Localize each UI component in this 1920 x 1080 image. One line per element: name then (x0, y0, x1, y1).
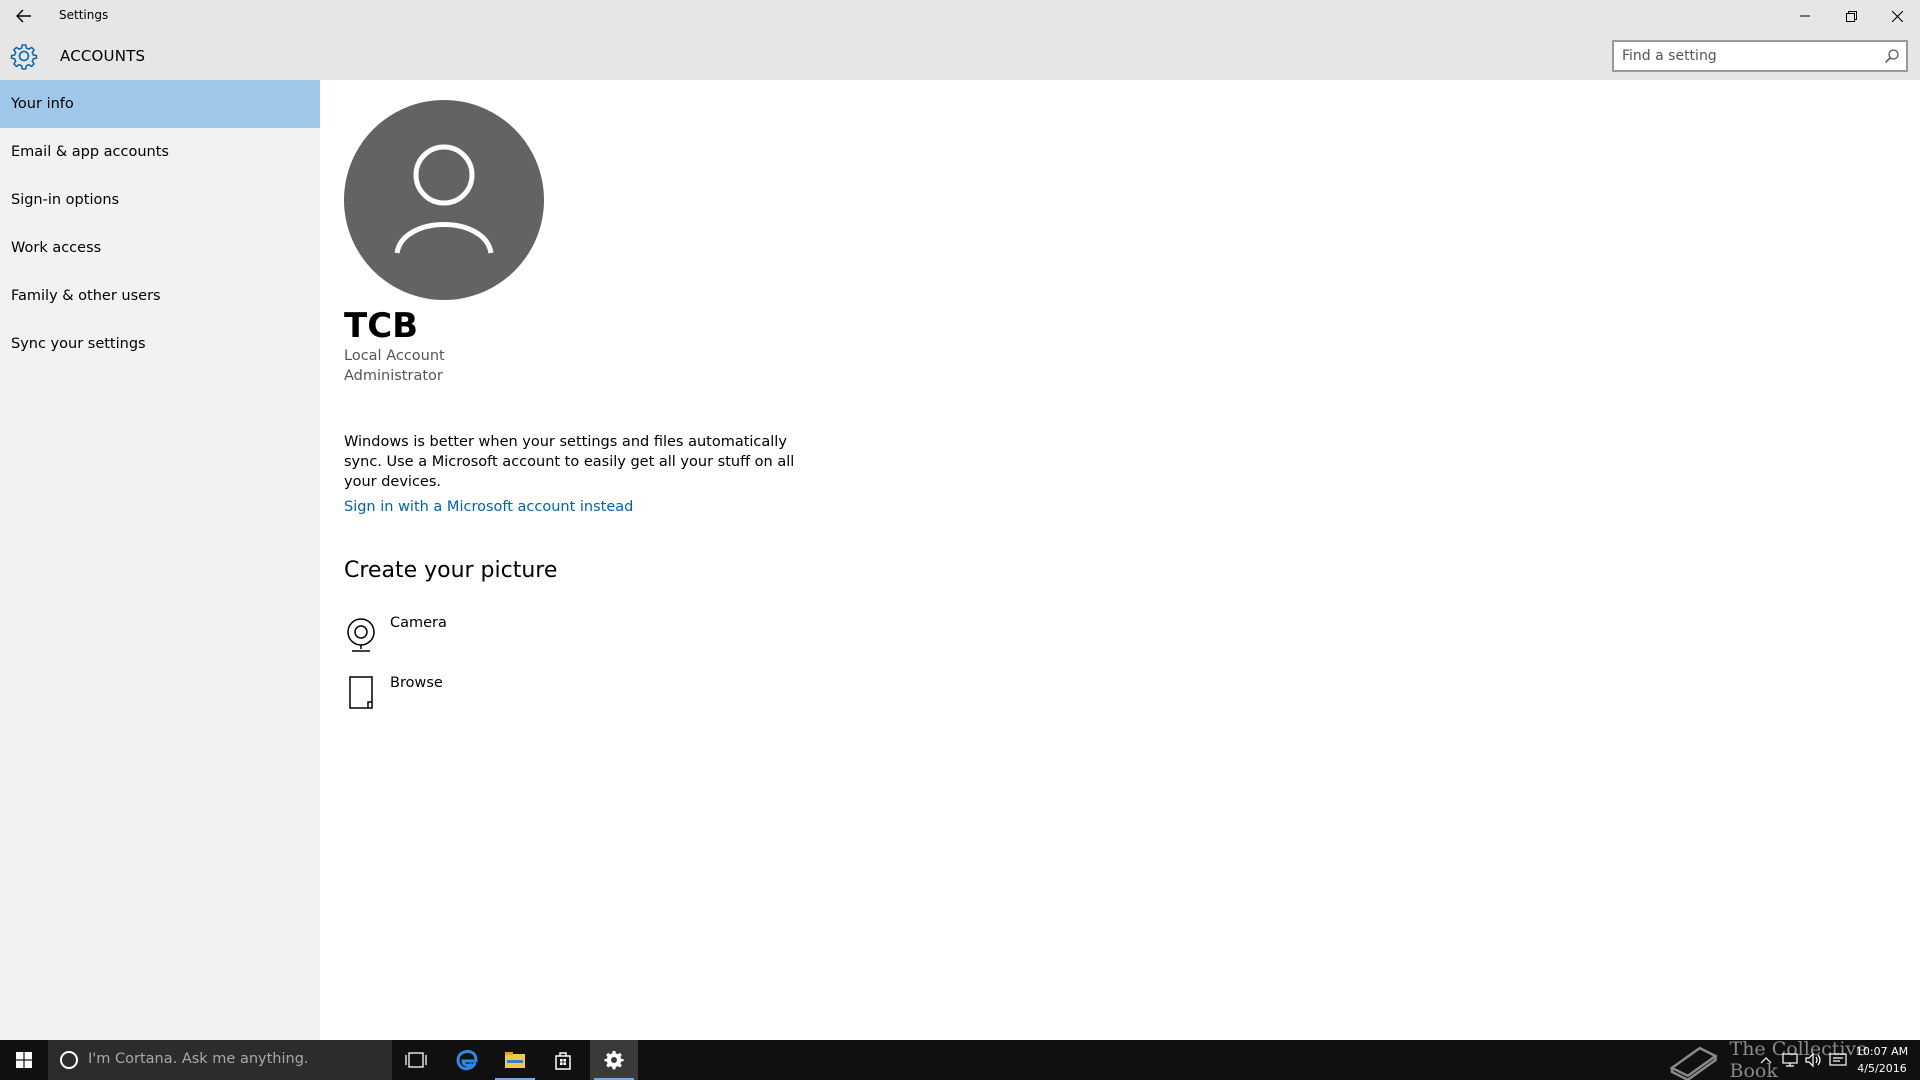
settings-gear-icon (604, 1051, 624, 1070)
person-icon (394, 144, 494, 254)
windows-logo-icon (16, 1052, 32, 1068)
sidebar-item-label: Your info (11, 96, 74, 112)
task-view-icon (405, 1052, 427, 1068)
sidebar-item-your-info[interactable]: Your info (0, 80, 320, 128)
webcam-icon (347, 618, 375, 652)
sidebar-item-label: Sign-in options (11, 192, 120, 208)
close-button[interactable] (1874, 0, 1920, 32)
edge-icon (456, 1050, 478, 1071)
settings-header: ACCOUNTS (0, 32, 1920, 80)
camera-label: Camera (390, 615, 447, 631)
edge-button[interactable] (443, 1040, 491, 1080)
sidebar-item-family-other-users[interactable]: Family & other users (0, 272, 320, 320)
action-center-icon[interactable] (1828, 1052, 1848, 1068)
clock-date: 4/5/2016 (1857, 1062, 1907, 1075)
close-icon (1891, 10, 1903, 22)
sidebar-item-sign-in-options[interactable]: Sign-in options (0, 176, 320, 224)
main-content: TCB Local Account Administrator Windows … (320, 80, 1920, 1040)
search-box[interactable] (1612, 40, 1908, 72)
sidebar-item-label: Family & other users (11, 288, 161, 304)
sync-message: Windows is better when your settings and… (344, 434, 795, 490)
maximize-button[interactable] (1828, 0, 1874, 32)
cortana-search[interactable]: I'm Cortana. Ask me anything. (48, 1040, 392, 1080)
window-title: Settings (59, 8, 109, 22)
document-icon (349, 676, 373, 709)
create-picture-heading: Create your picture (344, 558, 558, 583)
store-icon (555, 1052, 571, 1070)
sidebar-item-label: Email & app accounts (11, 144, 169, 160)
cortana-icon (60, 1051, 78, 1069)
taskbar: I'm Cortana. Ask me anything. The Collec… (0, 1038, 1920, 1080)
start-button[interactable] (0, 1040, 48, 1080)
arrow-left-icon (16, 9, 31, 23)
camera-option[interactable]: Camera (344, 615, 544, 659)
restore-icon (1845, 10, 1857, 22)
clock-time: 10:07 AM (1855, 1045, 1909, 1058)
browse-label: Browse (390, 675, 443, 691)
microsoft-account-link[interactable]: Sign in with a Microsoft account instead (344, 499, 633, 515)
chevron-up-icon[interactable] (1756, 1052, 1776, 1068)
file-explorer-icon (505, 1052, 525, 1068)
account-type: Local Account (344, 348, 445, 364)
taskbar-clock[interactable]: 10:07 AM 4/5/2016 (1852, 1043, 1912, 1077)
browse-option[interactable]: Browse (344, 675, 544, 719)
sidebar-item-work-access[interactable]: Work access (0, 224, 320, 272)
avatar (344, 100, 544, 300)
back-button[interactable] (0, 0, 48, 32)
page-title: ACCOUNTS (60, 47, 146, 65)
minimize-button[interactable] (1782, 0, 1828, 32)
file-explorer-button[interactable] (491, 1040, 539, 1080)
search-input[interactable] (1622, 46, 1872, 66)
title-bar: Settings (0, 0, 1920, 32)
gear-icon (10, 44, 38, 70)
volume-icon[interactable] (1804, 1052, 1824, 1068)
network-icon[interactable] (1780, 1052, 1800, 1068)
cortana-placeholder: I'm Cortana. Ask me anything. (88, 1051, 309, 1067)
sidebar-item-sync-settings[interactable]: Sync your settings (0, 320, 320, 368)
task-view-button[interactable] (392, 1040, 440, 1080)
minimize-icon (1800, 15, 1810, 17)
store-button[interactable] (539, 1040, 587, 1080)
settings-button[interactable] (590, 1040, 638, 1080)
sidebar: Your info Email & app accounts Sign-in o… (0, 80, 320, 1040)
account-role: Administrator (344, 368, 443, 384)
search-icon[interactable] (1884, 48, 1900, 64)
book-icon (1669, 1046, 1718, 1080)
user-name: TCB (344, 306, 419, 346)
sidebar-item-email-app-accounts[interactable]: Email & app accounts (0, 128, 320, 176)
sidebar-item-label: Work access (11, 240, 102, 256)
sidebar-item-label: Sync your settings (11, 336, 146, 352)
